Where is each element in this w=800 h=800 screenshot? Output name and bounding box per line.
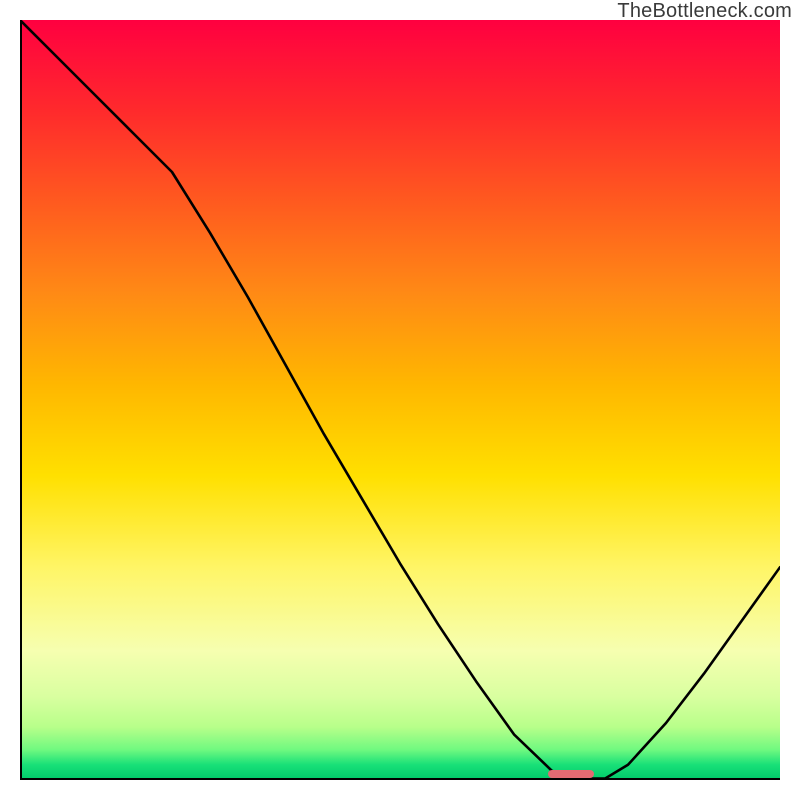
y-axis [20,20,22,780]
bottleneck-curve [20,20,780,779]
optimal-range-pill [548,770,594,778]
bottleneck-chart: TheBottleneck.com [0,0,800,800]
plot-area [20,20,780,780]
curve-layer [20,20,780,780]
x-axis [20,778,780,780]
